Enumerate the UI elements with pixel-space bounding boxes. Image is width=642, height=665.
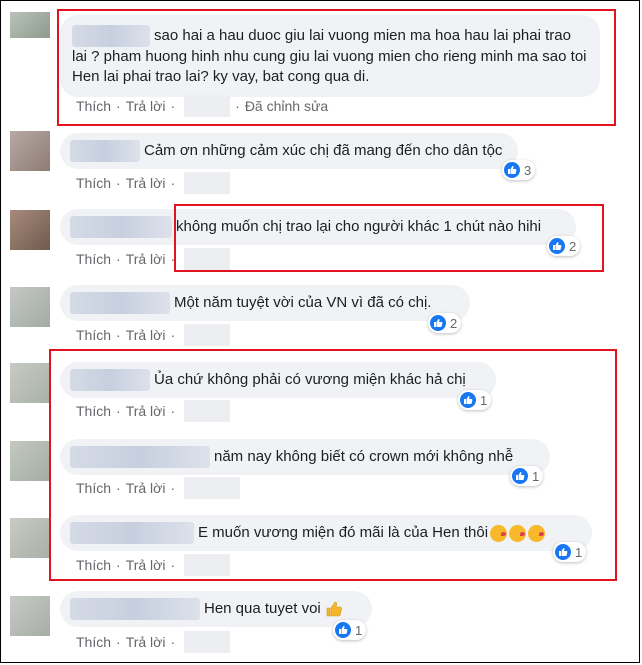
avatar[interactable] bbox=[10, 596, 50, 636]
like-icon bbox=[430, 315, 446, 331]
like-icon bbox=[335, 622, 351, 638]
timestamp-blurred[interactable] bbox=[184, 631, 231, 653]
comment-text: Một năm tuyệt vời của VN vì đã có chị. bbox=[174, 293, 432, 311]
highlight-box bbox=[57, 9, 616, 126]
reply-link[interactable]: Trả lời bbox=[126, 175, 166, 191]
avatar[interactable] bbox=[10, 287, 50, 327]
like-link[interactable]: Thích bbox=[76, 175, 111, 191]
like-link[interactable]: Thích bbox=[76, 327, 111, 343]
thumbs-up-emoji-icon bbox=[326, 601, 342, 617]
comment-bubble: Một năm tuyệt vời của VN vì đã có chị. bbox=[60, 285, 470, 321]
avatar[interactable] bbox=[10, 441, 50, 481]
comment-text: Cảm ơn những cảm xúc chị đã mang đến cho… bbox=[144, 141, 503, 159]
like-icon bbox=[504, 162, 520, 178]
reaction-count[interactable]: 1 bbox=[333, 620, 367, 640]
timestamp-blurred[interactable] bbox=[184, 324, 231, 346]
comment-bubble: Cảm ơn những cảm xúc chị đã mang đến cho… bbox=[60, 133, 518, 169]
author-name-blurred[interactable] bbox=[70, 292, 170, 314]
author-name-blurred[interactable] bbox=[70, 140, 140, 162]
reaction-count[interactable]: 2 bbox=[428, 313, 462, 333]
avatar[interactable] bbox=[10, 210, 50, 250]
timestamp-blurred[interactable] bbox=[184, 172, 231, 194]
like-link[interactable]: Thích bbox=[76, 251, 111, 267]
author-name-blurred[interactable] bbox=[70, 216, 172, 238]
avatar[interactable] bbox=[10, 131, 50, 171]
avatar[interactable] bbox=[10, 363, 50, 403]
reply-link[interactable]: Trả lời bbox=[126, 327, 166, 343]
reply-link[interactable]: Trả lời bbox=[126, 251, 166, 267]
reply-link[interactable]: Trả lời bbox=[126, 634, 166, 650]
comment-actions: Thích · Trả lời · bbox=[76, 172, 231, 194]
author-name-blurred[interactable] bbox=[70, 598, 200, 620]
comment-text: Hen qua tuyet voi bbox=[204, 599, 321, 617]
avatar[interactable] bbox=[10, 12, 50, 38]
like-link[interactable]: Thích bbox=[76, 634, 111, 650]
highlight-box bbox=[174, 204, 604, 272]
avatar[interactable] bbox=[10, 518, 50, 558]
highlight-box bbox=[49, 349, 617, 581]
reaction-count[interactable]: 3 bbox=[502, 160, 536, 180]
comment-actions: Thích · Trả lời · bbox=[76, 324, 231, 346]
comment-actions: Thích · Trả lời · bbox=[76, 631, 231, 653]
comment-bubble: Hen qua tuyet voi bbox=[60, 591, 372, 627]
